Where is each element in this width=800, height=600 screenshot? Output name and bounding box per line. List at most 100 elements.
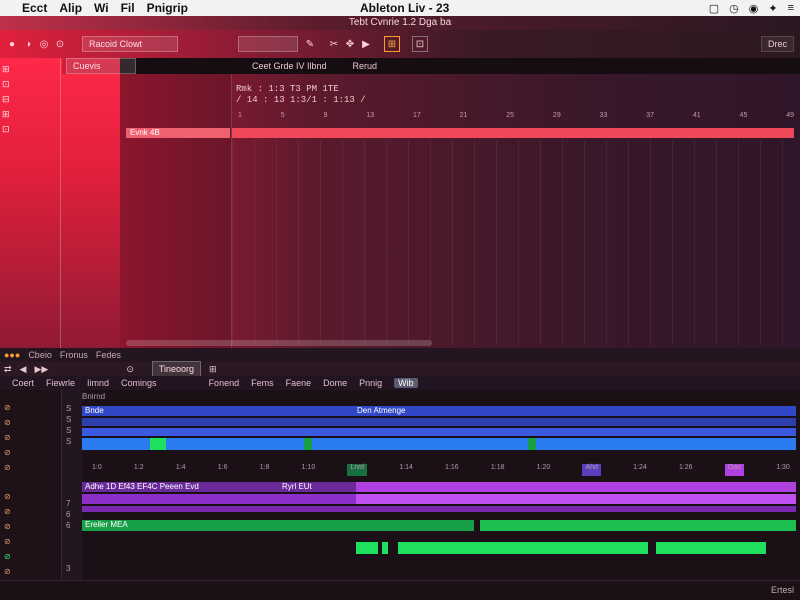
clock-icon[interactable]: ◷ [729, 2, 739, 15]
track-control-row[interactable]: ⊘ [0, 415, 61, 430]
track-control-row[interactable]: ⊘ [0, 534, 61, 549]
mute-icon[interactable]: ⊘ [4, 448, 11, 457]
drec-button[interactable]: Drec [760, 36, 794, 52]
menu-pnigrip[interactable]: Pnigrip [147, 1, 188, 15]
mute-icon[interactable]: ⊘ [4, 418, 11, 427]
green-clip-6[interactable] [656, 542, 766, 554]
mute-icon[interactable]: ⊘ [4, 433, 11, 442]
track-control-row[interactable]: ⊘ [0, 504, 61, 519]
track-control-row[interactable]: ⊘ [0, 564, 61, 579]
record-icon[interactable]: ●●● [4, 350, 20, 360]
green-clip-4[interactable] [382, 542, 388, 554]
purple-clip-2[interactable]: Ryrl EUt [242, 482, 356, 492]
track-number [62, 543, 82, 554]
play-icon[interactable]: ▶ [358, 36, 374, 52]
track-solo[interactable] [62, 448, 82, 459]
track-control-row[interactable]: ⊘ [0, 460, 61, 475]
lower-header-item[interactable]: Fedes [96, 350, 121, 360]
loop-icon[interactable]: ⊙ [52, 36, 68, 52]
lower-header-item[interactable]: Fronus [60, 350, 88, 360]
track-control-row[interactable]: ⊘ [0, 549, 61, 564]
grid-icon[interactable]: ⊞ [384, 36, 400, 52]
track-number [62, 532, 82, 543]
track-control-row[interactable]: ⊘ [0, 489, 61, 504]
window-status-icon[interactable]: ▢ [709, 2, 719, 15]
track-control-row[interactable]: ⊘ [0, 430, 61, 445]
mute-icon[interactable]: ⊘ [4, 552, 11, 561]
blue-clip-2-label[interactable]: Den Atmenge [354, 406, 494, 416]
green-clip-3[interactable] [356, 542, 378, 554]
fast-forward-icon[interactable]: ▶▶ [34, 364, 48, 375]
mute-icon[interactable]: ⊘ [4, 507, 11, 516]
tab-fems[interactable]: Fems [251, 378, 274, 388]
mute-icon[interactable]: ⊘ [4, 567, 11, 576]
pencil-icon[interactable]: ✎ [302, 36, 318, 52]
ruler-badge[interactable]: Ahd [582, 464, 601, 476]
tab-pnnig[interactable]: Pnnig [359, 378, 382, 388]
lower-header-item[interactable]: Cbeio [28, 350, 52, 360]
tab-coert[interactable]: Coert [12, 378, 34, 388]
tab-iimnd[interactable]: Iimnd [87, 378, 109, 388]
back-icon[interactable]: ◀ [20, 364, 27, 375]
record-status-icon[interactable]: ◉ [749, 2, 759, 15]
session-field[interactable]: Racoid Clowt [82, 36, 178, 52]
blue-clip-row-3[interactable] [82, 428, 796, 436]
target-icon[interactable]: ⊙ [126, 364, 134, 375]
tab-fonend[interactable]: Fonend [209, 378, 240, 388]
tempo-field[interactable] [238, 36, 298, 52]
mute-icon[interactable]: ⊘ [4, 463, 11, 472]
green-clip-2[interactable] [480, 520, 796, 531]
track-solo[interactable]: S [62, 437, 82, 448]
grid-icon: ⊞ [2, 64, 10, 74]
track-solo[interactable]: S [62, 404, 82, 415]
menu-ecct[interactable]: Ecct [22, 1, 47, 15]
track-control-row[interactable]: ⊘ [0, 445, 61, 460]
purple-clip-3[interactable] [356, 482, 796, 492]
mute-icon[interactable]: ⊘ [4, 537, 11, 546]
menu-alip[interactable]: Alip [59, 1, 82, 15]
mute-icon[interactable]: ⊘ [4, 403, 11, 412]
ruler-badge[interactable]: Oao [724, 464, 744, 476]
tab-faene[interactable]: Faene [286, 378, 312, 388]
scissors-icon[interactable]: ✂ [326, 36, 342, 52]
track-control-row[interactable]: ⊘ [0, 519, 61, 534]
sparkle-icon[interactable]: ✦ [768, 2, 777, 15]
tab-comings[interactable]: Comings [121, 378, 157, 388]
menu-fil[interactable]: Fil [121, 1, 135, 15]
purple-clip-row-3[interactable] [82, 506, 796, 512]
tab-wib[interactable]: Wib [394, 378, 418, 388]
swap-icon[interactable]: ⇄ [4, 364, 12, 375]
purple-clip-row-2b[interactable] [356, 494, 796, 504]
browser-search-field[interactable]: Cuevis [66, 58, 136, 74]
green-marker[interactable] [150, 438, 166, 450]
blue-clip-row-2[interactable] [82, 418, 796, 426]
tab-fiewrle[interactable]: Fiewrle [46, 378, 75, 388]
half-circle-icon[interactable]: ◑ [20, 36, 36, 52]
blue-clip-row-4[interactable] [82, 438, 796, 450]
track-control-row[interactable]: ⊘ [0, 400, 61, 415]
horizontal-scrollbar[interactable] [126, 340, 432, 346]
green-marker[interactable] [528, 438, 536, 450]
browser-right-label[interactable]: Rerud [353, 61, 378, 71]
hamburger-icon[interactable]: ≡ [788, 2, 794, 14]
clip-label: Adhe 1D Ef43 EF4C Peeen Evd [85, 482, 199, 491]
record-icon[interactable]: ● [4, 36, 20, 52]
menu-wi[interactable]: Wi [94, 1, 109, 15]
minus-box-icon: ⊟ [2, 94, 10, 104]
grid-icon[interactable]: ⊞ [209, 364, 217, 375]
red-clip-label[interactable]: Evnk 4B [126, 128, 230, 138]
tab-dome[interactable]: Dome [323, 378, 347, 388]
green-clip-5[interactable] [398, 542, 648, 554]
track-solo[interactable]: S [62, 426, 82, 437]
red-clip[interactable] [232, 128, 794, 138]
target-icon[interactable]: ◎ [36, 36, 52, 52]
move-icon[interactable]: ✥ [342, 36, 358, 52]
mute-icon[interactable]: ⊘ [4, 492, 11, 501]
green-clip-1[interactable]: Ereiler MEA [82, 520, 474, 531]
green-marker[interactable] [304, 438, 312, 450]
ruler-badge[interactable]: Lrvd [347, 464, 368, 476]
mute-icon[interactable]: ⊘ [4, 522, 11, 531]
track-solo[interactable]: S [62, 415, 82, 426]
frame-icon[interactable]: ⊡ [412, 36, 428, 52]
lower-field[interactable]: Tineoorg [151, 361, 202, 377]
